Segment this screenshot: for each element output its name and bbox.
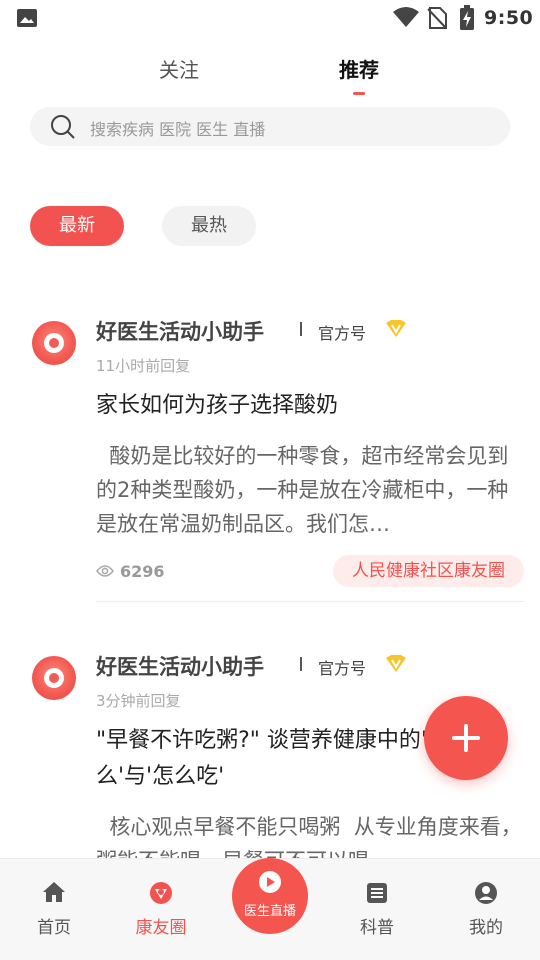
profile-icon (474, 881, 498, 909)
post-title[interactable]: 家长如何为孩子选择酸奶 (96, 388, 516, 424)
status-bar: 9:50 (0, 0, 540, 36)
nav-science[interactable]: 科普 (332, 859, 422, 960)
nav-live-label: 医生直播 (243, 904, 296, 919)
no-sim-icon (426, 6, 448, 34)
post-excerpt[interactable]: 核心观点早餐不能只喝粥 从专业角度来看，粥能不能喝，早餐可不可以喝 (96, 810, 524, 858)
search-icon (50, 114, 76, 144)
article-icon (365, 881, 389, 909)
eye-icon (95, 563, 115, 582)
reply-time: 3分钟前回复 (96, 692, 181, 710)
active-tab-indicator (353, 92, 365, 95)
reply-time: 11小时前回复 (96, 357, 191, 375)
home-icon (42, 881, 66, 907)
search-placeholder: 搜索疾病 医院 医生 直播 (90, 120, 266, 139)
card-divider (96, 601, 524, 602)
nav-mine-label: 我的 (469, 918, 503, 938)
search-input[interactable]: 搜索疾病 医院 医生 直播 (30, 107, 510, 146)
author-name[interactable]: 好医生活动小助手 (96, 651, 264, 681)
wifi-icon (392, 6, 420, 32)
filter-newest[interactable]: 最新 (30, 206, 124, 246)
post-excerpt[interactable]: 酸奶是比较好的一种零食，超市经常会见到的2种类型酸奶，一种是放在冷藏柜中，一种是… (96, 439, 524, 541)
nav-community-circle[interactable]: 康友圈 (116, 859, 206, 960)
tab-follow[interactable]: 关注 (159, 54, 199, 83)
nav-science-label: 科普 (360, 918, 394, 938)
divider (300, 657, 302, 671)
vip-badge-icon (385, 655, 407, 677)
nav-home[interactable]: 首页 (9, 859, 99, 960)
avatar[interactable] (32, 656, 76, 700)
filter-hottest[interactable]: 最热 (162, 206, 256, 246)
official-badge: 官方号 (318, 324, 367, 343)
nav-mine[interactable]: 我的 (441, 859, 531, 960)
view-count-value: 6296 (120, 562, 165, 581)
divider (300, 322, 302, 336)
nav-community-label: 康友圈 (135, 918, 187, 938)
tab-recommend[interactable]: 推荐 (339, 54, 379, 83)
nav-doctor-live[interactable]: 医生直播 (232, 858, 308, 934)
battery-charging-icon (459, 5, 475, 35)
nav-home-label: 首页 (37, 918, 71, 938)
add-post-button[interactable] (424, 696, 508, 780)
vip-badge-icon (385, 320, 407, 342)
official-badge: 官方号 (318, 659, 367, 678)
image-icon (16, 8, 38, 32)
author-name[interactable]: 好医生活动小助手 (96, 316, 264, 346)
avatar[interactable] (32, 321, 76, 365)
status-time: 9:50 (484, 7, 534, 29)
play-icon (258, 870, 282, 898)
community-tag[interactable]: 人民健康社区康友圈 (333, 555, 524, 587)
circle-icon (149, 881, 173, 909)
